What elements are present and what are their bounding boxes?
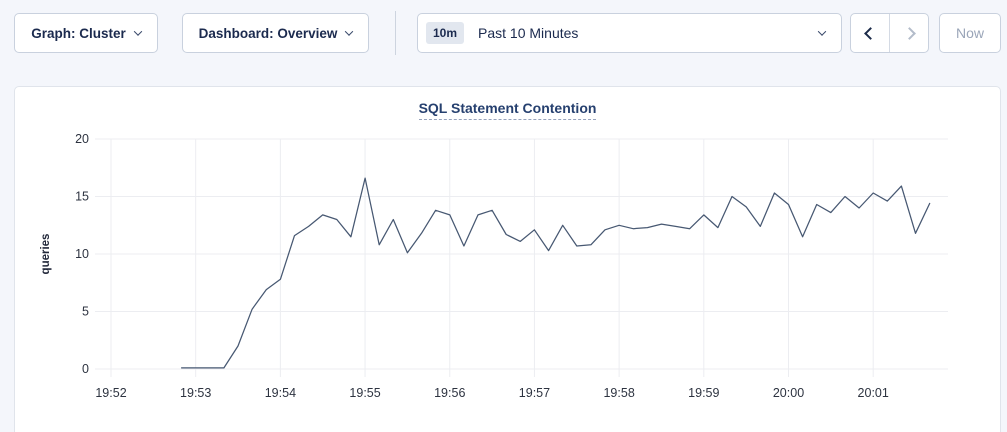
graph-dropdown[interactable]: Graph: Cluster — [14, 13, 158, 53]
x-axis-tick-label: 19:58 — [603, 386, 634, 400]
x-axis-tick-label: 20:00 — [773, 386, 804, 400]
y-axis-tick-label: 20 — [75, 132, 89, 146]
graph-dropdown-label: Graph: Cluster — [31, 26, 126, 41]
dashboard-dropdown-label: Dashboard: Overview — [199, 26, 338, 41]
x-axis-tick-label: 19:54 — [265, 386, 296, 400]
chevron-right-icon — [903, 27, 916, 40]
next-time-button[interactable] — [890, 14, 928, 52]
time-range-selector[interactable]: 10m Past 10 Minutes — [417, 13, 842, 53]
x-axis-tick-label: 19:57 — [519, 386, 550, 400]
y-axis-tick-label: 10 — [75, 247, 89, 261]
series-line-queries — [182, 178, 930, 368]
chevron-down-icon — [134, 27, 142, 35]
y-axis-tick-label: 0 — [82, 362, 89, 376]
x-axis-tick-label: 19:56 — [434, 386, 465, 400]
x-axis-tick-label: 20:01 — [858, 386, 889, 400]
time-range-label: Past 10 Minutes — [478, 25, 819, 41]
dashboard-dropdown[interactable]: Dashboard: Overview — [182, 13, 369, 53]
x-axis-tick-label: 19:53 — [180, 386, 211, 400]
line-chart-canvas[interactable]: 0 5 10 15 20 19:52 19:53 19:54 19:55 19:56 19:57 19… — [15, 87, 1000, 417]
chart-panel: SQL Statement Contention 0510152019:5219… — [14, 86, 1001, 432]
now-button-label: Now — [956, 25, 984, 41]
x-axis-tick-label: 19:52 — [95, 386, 126, 400]
y-axis-title: queries — [40, 234, 52, 275]
prev-time-button[interactable] — [851, 14, 890, 52]
toolbar-divider — [395, 11, 396, 55]
now-button[interactable]: Now — [939, 13, 1001, 53]
time-step-button-group — [850, 13, 929, 53]
y-axis-tick-label: 15 — [75, 190, 89, 204]
chevron-down-icon — [345, 27, 353, 35]
chevron-down-icon — [818, 27, 826, 35]
time-range-badge: 10m — [426, 22, 464, 44]
x-axis-tick-label: 19:59 — [688, 386, 719, 400]
y-axis-tick-label: 5 — [82, 305, 89, 319]
x-axis-tick-label: 19:55 — [349, 386, 380, 400]
chevron-left-icon — [864, 27, 877, 40]
